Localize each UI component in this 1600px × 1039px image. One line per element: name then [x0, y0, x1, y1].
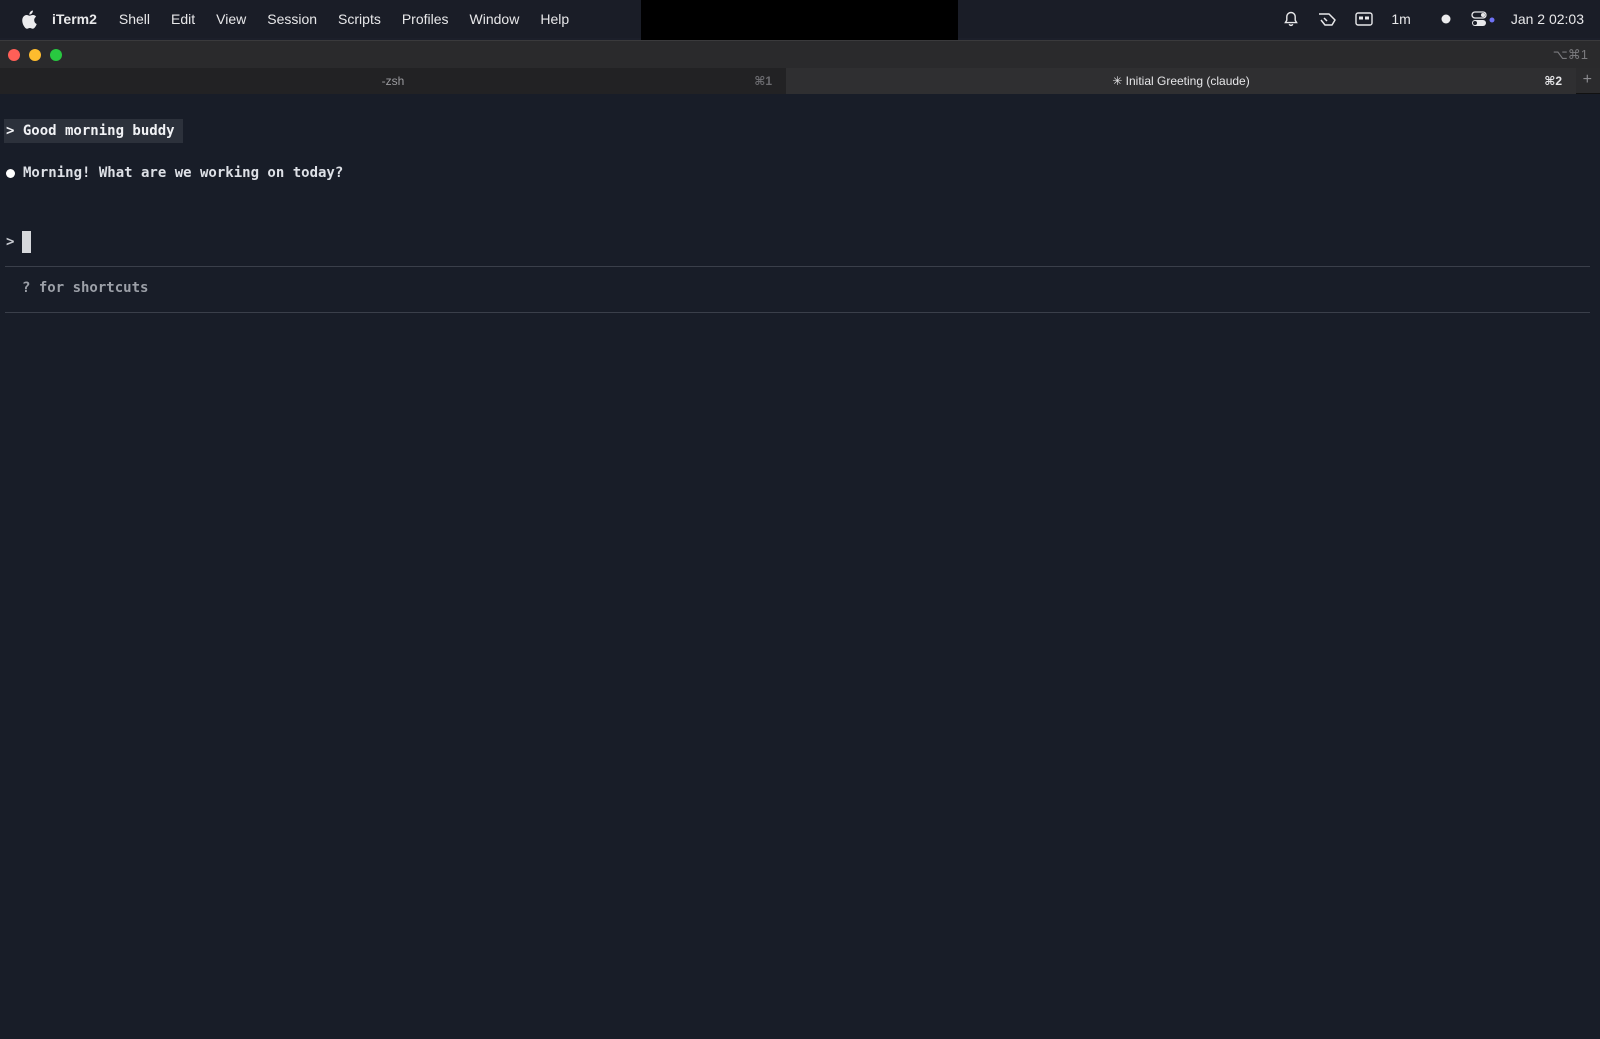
apple-icon[interactable] [20, 9, 38, 29]
menu-view[interactable]: View [216, 11, 246, 27]
assistant-reply: Morning! What are we working on today? [4, 165, 343, 181]
new-tab-button[interactable]: + [1583, 71, 1592, 89]
menu-edit[interactable]: Edit [171, 11, 195, 27]
clock[interactable]: Jan 2 02:03 [1511, 11, 1584, 27]
window-shortcut: ⌥⌘1 [1552, 47, 1588, 62]
menu-scripts[interactable]: Scripts [338, 11, 381, 27]
terminal-view[interactable]: > Good morning buddy Morning! What are w… [0, 94, 1600, 1039]
minimize-window-button[interactable] [29, 49, 41, 61]
user-message: > Good morning buddy [4, 119, 183, 143]
menu-shell[interactable]: Shell [119, 11, 150, 27]
shortcuts-hint: ? for shortcuts [22, 280, 149, 296]
menu-profiles[interactable]: Profiles [402, 11, 449, 27]
tab-zsh-shortcut: ⌘1 [754, 74, 772, 88]
control-center-icon[interactable] [1471, 11, 1497, 27]
menu-help[interactable]: Help [540, 11, 569, 27]
bullet-icon [6, 168, 15, 178]
keyboard-icon[interactable] [1355, 12, 1374, 26]
input-divider-bottom [5, 312, 1590, 313]
tab-initial-greeting-label: ✳ Initial Greeting (claude) [1112, 74, 1250, 88]
timer-status[interactable]: 1m [1391, 11, 1410, 27]
recording-dot-icon[interactable] [1441, 14, 1451, 24]
title-bar[interactable]: ⌥⌘1 [0, 40, 1600, 68]
input-prompt[interactable]: > [6, 231, 32, 253]
menu-window[interactable]: Window [470, 11, 520, 27]
tab-zsh[interactable]: -zsh ⌘1 [0, 68, 786, 94]
menu-app-name[interactable]: iTerm2 [52, 11, 97, 27]
iterm-window: ⌥⌘1 -zsh ⌘1 ✳ Initial Greeting (claude) … [0, 40, 1600, 1039]
tab-initial-greeting[interactable]: ✳ Initial Greeting (claude) ⌘2 [786, 68, 1576, 94]
menu-session[interactable]: Session [267, 11, 317, 27]
tab-initial-greeting-shortcut: ⌘2 [1544, 74, 1562, 88]
close-window-button[interactable] [8, 49, 20, 61]
zoom-window-button[interactable] [50, 49, 62, 61]
tab-bar: -zsh ⌘1 ✳ Initial Greeting (claude) ⌘2 + [0, 68, 1600, 94]
input-divider-top [5, 266, 1590, 267]
prompt-symbol: > [6, 234, 15, 250]
bell-icon[interactable] [1283, 11, 1299, 27]
tab-zsh-label: -zsh [381, 74, 405, 88]
text-cursor [22, 231, 32, 253]
hand-pointer-icon[interactable] [1317, 11, 1337, 27]
assistant-reply-text: Morning! What are we working on today? [23, 165, 344, 181]
